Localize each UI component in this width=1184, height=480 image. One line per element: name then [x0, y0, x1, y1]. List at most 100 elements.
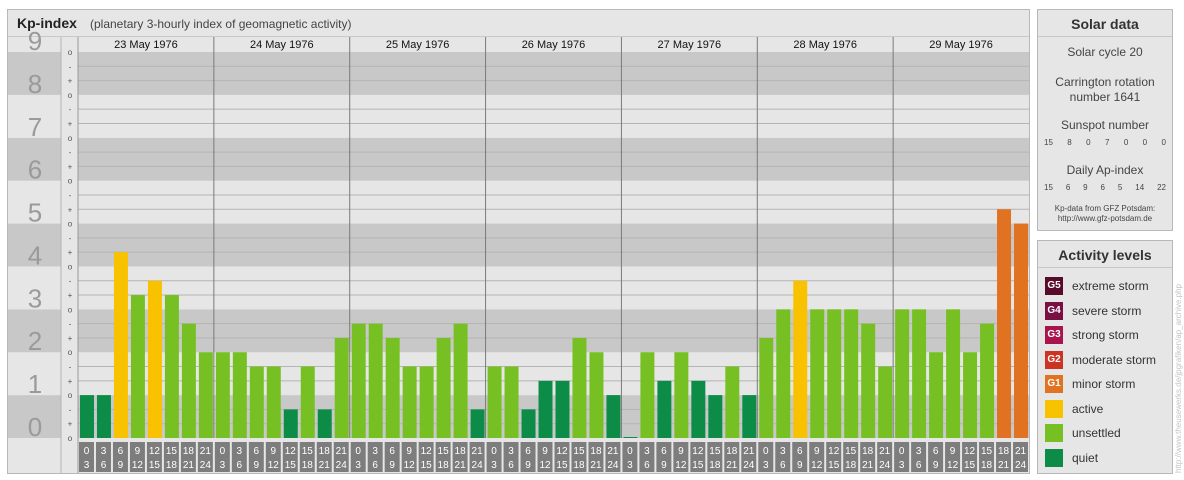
- kp-bar: [283, 409, 298, 438]
- ap-value-0: 15: [1044, 183, 1053, 192]
- legend-label: severe storm: [1072, 303, 1142, 318]
- solar-data-title: Solar data: [1038, 10, 1172, 37]
- kp-bar-chart: 0123456789o+-o+-o+-o+-o+-o+-o+-o+-o+-o23…: [8, 26, 1029, 473]
- kp-bar: [385, 337, 400, 438]
- interval-start-label: 12: [285, 446, 297, 457]
- kp-bar: [691, 380, 706, 438]
- interval-start-label: 12: [828, 446, 840, 457]
- kp-bar: [861, 323, 876, 438]
- kp-chart-panel: Kp-index (planetary 3-hourly index of ge…: [7, 9, 1030, 474]
- interval-end-label: 15: [556, 460, 568, 471]
- interval-end-label: 3: [627, 460, 633, 471]
- kp-bar: [708, 395, 723, 438]
- day-label: 26 May 1976: [522, 39, 586, 51]
- interval-end-label: 9: [118, 460, 124, 471]
- ap-value-5: 14: [1135, 183, 1145, 192]
- y-band: [78, 309, 1029, 353]
- legend-label: active: [1072, 401, 1104, 416]
- y-tick-label: 9: [28, 26, 42, 56]
- interval-end-label: 24: [200, 460, 212, 471]
- interval-start-label: 21: [472, 446, 484, 457]
- sub-tick-label: -: [69, 234, 72, 243]
- sunspot-value-4: 0: [1123, 138, 1129, 147]
- legend-swatch: [1045, 424, 1063, 442]
- interval-end-label: 15: [692, 460, 704, 471]
- interval-start-label: 0: [84, 446, 90, 457]
- kp-bar: [606, 395, 621, 438]
- interval-start-label: 18: [998, 446, 1010, 457]
- ap-values: 15 6 9 6 5 14 22: [1038, 183, 1172, 192]
- interval-start-label: 15: [302, 446, 314, 457]
- kp-bar: [351, 323, 366, 438]
- interval-end-label: 12: [675, 460, 687, 471]
- y-band: [78, 266, 1029, 310]
- interval-end-label: 18: [438, 460, 450, 471]
- interval-start-label: 3: [237, 446, 243, 457]
- sub-tick-label: +: [68, 291, 73, 300]
- interval-end-label: 12: [947, 460, 959, 471]
- interval-end-label: 15: [421, 460, 433, 471]
- interval-end-label: 3: [763, 460, 769, 471]
- interval-start-label: 18: [319, 446, 331, 457]
- sub-tick-label: -: [69, 148, 72, 157]
- day-label: 29 May 1976: [929, 39, 993, 51]
- interval-end-label: 24: [607, 460, 619, 471]
- kp-bar: [147, 280, 162, 438]
- kp-bar: [334, 337, 349, 438]
- sunspot-label: Sunspot number: [1060, 118, 1150, 132]
- sub-tick-label: -: [69, 405, 72, 414]
- sub-tick-label: +: [68, 420, 73, 429]
- legend-swatch: G2: [1045, 350, 1063, 369]
- sub-tick-label: o: [68, 348, 73, 357]
- y-tick-label: 4: [28, 240, 42, 270]
- kp-bar: [725, 366, 740, 438]
- interval-start-label: 15: [981, 446, 993, 457]
- y-tick-label: 1: [28, 369, 42, 399]
- interval-start-label: 15: [573, 446, 585, 457]
- kp-bar: [742, 395, 757, 438]
- sub-tick-label: o: [68, 134, 73, 143]
- sub-tick-label: -: [69, 191, 72, 200]
- sub-tick-label: +: [68, 77, 73, 86]
- interval-start-label: 3: [916, 446, 922, 457]
- interval-start-label: 18: [590, 446, 602, 457]
- kp-bar: [521, 409, 536, 438]
- kp-bar: [827, 309, 842, 438]
- interval-start-label: 3: [780, 446, 786, 457]
- interval-start-label: 12: [421, 446, 433, 457]
- interval-start-label: 21: [879, 446, 891, 457]
- sub-tick-label: -: [69, 320, 72, 329]
- interval-start-label: 15: [845, 446, 857, 457]
- interval-start-label: 0: [899, 446, 905, 457]
- source-link[interactable]: http://www.gfz-potsdam.de: [1038, 214, 1172, 223]
- y-band: [78, 180, 1029, 224]
- source-line1: Kp-data from GFZ Potsdam:: [1054, 204, 1156, 213]
- interval-start-label: 0: [763, 446, 769, 457]
- interval-end-label: 15: [828, 460, 840, 471]
- legend-swatch: G5: [1045, 277, 1063, 295]
- carrington-line1: Carrington rotation: [1055, 75, 1155, 89]
- sunspot-value-5: 0: [1142, 138, 1148, 147]
- kp-bar: [912, 309, 927, 438]
- sunspot-values: 15 8 0 7 0 0 0: [1038, 138, 1172, 147]
- sub-tick-label: o: [68, 220, 73, 229]
- interval-end-label: 21: [862, 460, 874, 471]
- interval-end-label: 3: [899, 460, 905, 471]
- sub-tick-label: -: [69, 62, 72, 71]
- kp-bar: [419, 366, 434, 438]
- interval-end-label: 6: [916, 460, 922, 471]
- legend-item: G1 minor storm: [1045, 375, 1135, 393]
- interval-start-label: 21: [1015, 446, 1027, 457]
- legend-item: G2 moderate storm: [1045, 350, 1156, 369]
- interval-start-label: 9: [950, 446, 956, 457]
- interval-end-label: 24: [472, 460, 484, 471]
- y-band: [78, 137, 1029, 181]
- interval-end-label: 15: [149, 460, 161, 471]
- legend-label: minor storm: [1072, 377, 1136, 391]
- interval-start-label: 0: [627, 446, 633, 457]
- y-tick-label: 0: [28, 412, 42, 442]
- legend-swatch: [1045, 399, 1063, 418]
- day-label: 25 May 1976: [386, 39, 450, 51]
- legend-swatch: [1045, 448, 1063, 467]
- interval-start-label: 6: [118, 446, 124, 457]
